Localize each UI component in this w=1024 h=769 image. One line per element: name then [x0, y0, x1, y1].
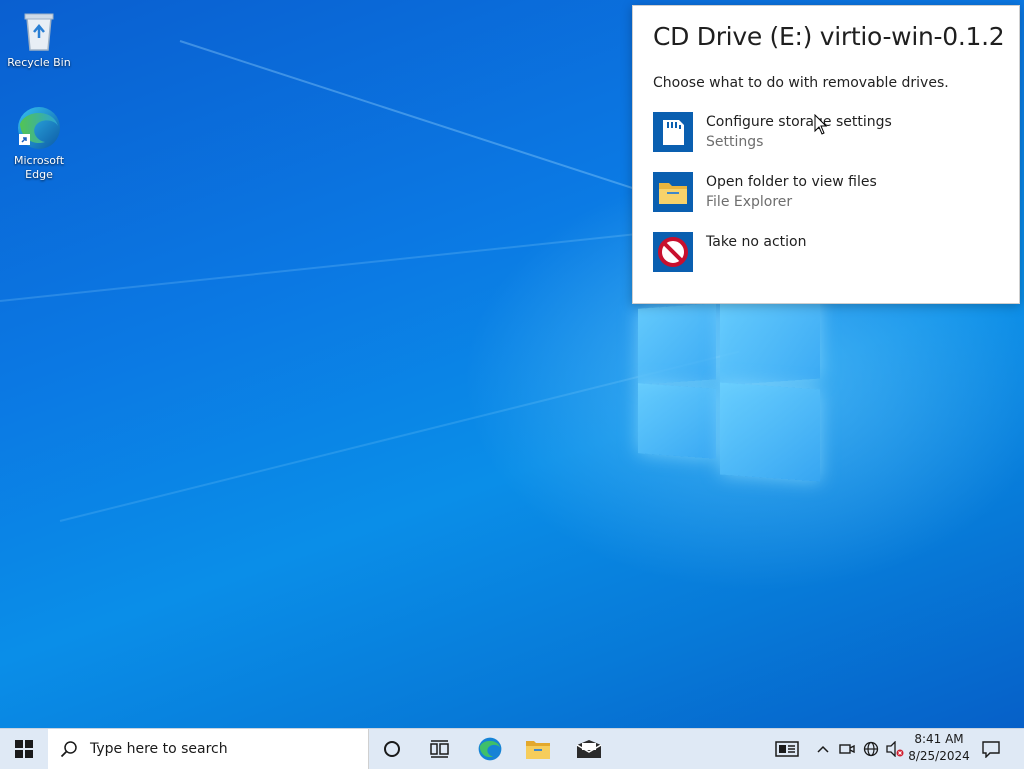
logo-pane [720, 296, 820, 386]
file-explorer-icon [525, 738, 551, 760]
task-view-icon [430, 740, 450, 758]
news-icon [775, 741, 799, 757]
taskbar-mail-button[interactable] [564, 729, 614, 769]
taskbar-search-box[interactable]: Type here to search [48, 729, 369, 769]
mouse-cursor-icon [814, 113, 828, 136]
windows-icon [15, 740, 33, 758]
mail-icon [576, 739, 602, 759]
cortana-icon [383, 740, 401, 758]
search-icon [60, 740, 78, 758]
chevron-up-icon [817, 745, 829, 753]
desktop-icon-label: Recycle Bin [7, 56, 71, 69]
show-hidden-icons-button[interactable] [812, 729, 834, 769]
folder-icon [653, 172, 693, 212]
option-label: Configure storage settings [706, 114, 892, 130]
start-button[interactable] [0, 729, 48, 769]
search-placeholder: Type here to search [90, 741, 228, 757]
notification-icon [982, 740, 1000, 758]
edge-icon [15, 104, 63, 152]
option-label: Take no action [706, 234, 807, 250]
option-sublabel: File Explorer [706, 194, 793, 210]
meet-now-icon [839, 742, 855, 756]
edge-icon [477, 736, 503, 762]
logo-pane [720, 382, 820, 482]
taskbar-file-explorer-button[interactable] [514, 729, 562, 769]
cortana-button[interactable] [368, 729, 416, 769]
task-view-button[interactable] [416, 729, 464, 769]
meet-now-button[interactable] [836, 729, 858, 769]
network-button[interactable] [860, 729, 882, 769]
taskbar: Type here to search 8:41 AM 8/25/2024 [0, 728, 1024, 769]
taskbar-clock[interactable]: 8:41 AM 8/25/2024 [906, 731, 972, 767]
option-label: Open folder to view files [706, 174, 877, 190]
wallpaper-beam [0, 224, 717, 302]
clock-time: 8:41 AM [914, 732, 964, 746]
desktop-icon-recycle-bin[interactable]: Recycle Bin [4, 6, 74, 70]
option-open-folder[interactable]: Open folder to view files File Explorer [653, 172, 999, 216]
volume-muted-icon [886, 741, 904, 757]
sd-card-icon [653, 112, 693, 152]
clock-date: 8/25/2024 [908, 749, 970, 763]
volume-button[interactable] [884, 729, 906, 769]
recycle-bin-icon [15, 6, 63, 54]
logo-pane [638, 383, 716, 459]
autoplay-dialog: CD Drive (E:) virtio-win-0.1.2... Choose… [632, 5, 1020, 304]
desktop-icon-label: Microsoft Edge [13, 154, 65, 181]
taskbar-edge-button[interactable] [466, 729, 514, 769]
no-action-icon [653, 232, 693, 272]
news-button[interactable] [770, 729, 804, 769]
action-center-button[interactable] [976, 729, 1006, 769]
logo-pane [638, 303, 716, 385]
network-icon [863, 741, 879, 757]
desktop-icon-microsoft-edge[interactable]: Microsoft Edge [4, 104, 74, 182]
option-sublabel: Settings [706, 134, 764, 150]
autoplay-prompt: Choose what to do with removable drives. [653, 75, 949, 91]
windows-logo-wallpaper [636, 296, 822, 482]
option-take-no-action[interactable]: Take no action [653, 232, 999, 276]
autoplay-title: CD Drive (E:) virtio-win-0.1.2... [653, 22, 1003, 51]
